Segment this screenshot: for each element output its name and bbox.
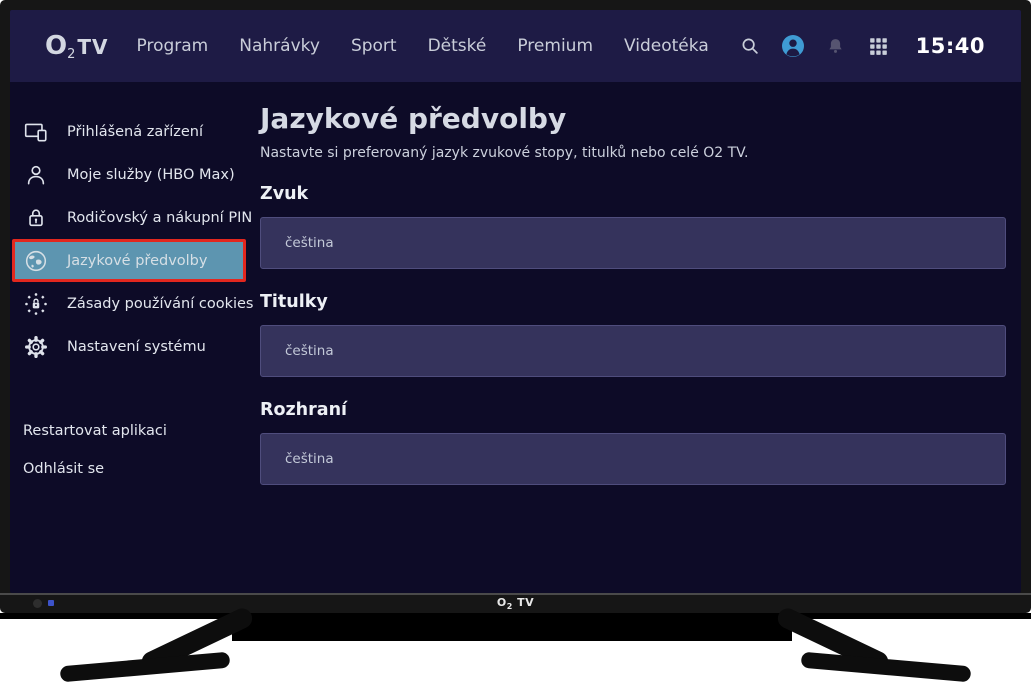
logo-tv: TV — [77, 35, 108, 59]
sidebar-item-rodicovsky-pin[interactable]: Rodičovský a nákupní PIN — [10, 196, 260, 239]
subtitles-language-value: čeština — [285, 343, 334, 359]
tv-screen: O2TV Program Nahrávky Sport Dětské Premi… — [10, 10, 1021, 593]
section-label-titulky: Titulky — [260, 292, 1006, 312]
clock-time: 15:40 — [916, 34, 985, 58]
apps-grid-icon[interactable] — [867, 34, 891, 58]
nav-item-detske[interactable]: Dětské — [428, 36, 487, 56]
nav-item-program[interactable]: Program — [137, 36, 209, 56]
language-preferences-panel: Jazykové předvolby Nastavte si preferova… — [260, 82, 1021, 488]
profile-avatar-icon[interactable] — [781, 34, 805, 58]
tv-ir-sensor — [33, 599, 42, 608]
sidebar-item-jazykove-predvolby[interactable]: Jazykové předvolby — [12, 239, 246, 282]
tv-bezel-frame: O2TV Program Nahrávky Sport Dětské Premi… — [0, 0, 1031, 613]
tv-brand-label: O2 TV — [497, 596, 534, 611]
logo-o: O — [45, 31, 67, 61]
sidebar-item-label: Přihlášená zařízení — [67, 124, 203, 140]
sidebar-item-prihlasena-zarizeni[interactable]: Přihlášená zařízení — [10, 110, 260, 153]
settings-sidebar: Přihlášená zařízení Moje služby (HBO Max… — [10, 82, 260, 488]
interface-language-value: čeština — [285, 451, 334, 467]
sidebar-item-label: Nastavení systému — [67, 339, 206, 355]
audio-language-select[interactable]: čeština — [260, 217, 1006, 269]
o2tv-logo[interactable]: O2TV — [45, 31, 109, 61]
user-icon — [23, 162, 49, 188]
tv-power-led — [48, 600, 54, 606]
subtitles-language-select[interactable]: čeština — [260, 325, 1006, 377]
nav-item-sport[interactable]: Sport — [351, 36, 397, 56]
sidebar-item-moje-sluzby[interactable]: Moje služby (HBO Max) — [10, 153, 260, 196]
sidebar-item-nastaveni-systemu[interactable]: Nastavení systému — [10, 325, 260, 368]
page-subtitle: Nastavte si preferovaný jazyk zvukové st… — [260, 145, 1006, 161]
search-icon[interactable] — [738, 34, 762, 58]
sidebar-item-odhlasit-se[interactable]: Odhlásit se — [10, 450, 260, 488]
sidebar-item-label: Rodičovský a nákupní PIN — [67, 210, 252, 226]
content-area: Přihlášená zařízení Moje služby (HBO Max… — [10, 82, 1021, 488]
audio-language-value: čeština — [285, 235, 334, 251]
globe-icon — [23, 248, 49, 274]
lock-icon — [23, 205, 49, 231]
nav-menu: Program Nahrávky Sport Dětské Premium Vi… — [137, 36, 709, 56]
nav-item-nahravky[interactable]: Nahrávky — [239, 36, 320, 56]
sidebar-item-label: Odhlásit se — [23, 461, 104, 477]
page-title: Jazykové předvolby — [260, 102, 1006, 136]
nav-right-cluster: 15:40 — [738, 34, 985, 58]
sidebar-item-label: Jazykové předvolby — [67, 253, 207, 269]
sidebar-item-label: Restartovat aplikaci — [23, 423, 167, 439]
section-label-zvuk: Zvuk — [260, 184, 1006, 204]
notifications-bell-icon[interactable] — [824, 34, 848, 58]
cookies-privacy-icon — [23, 291, 49, 317]
devices-icon — [23, 119, 49, 145]
nav-item-premium[interactable]: Premium — [517, 36, 593, 56]
top-navigation-bar: O2TV Program Nahrávky Sport Dětské Premi… — [10, 10, 1021, 82]
interface-language-select[interactable]: čeština — [260, 433, 1006, 485]
section-label-rozhrani: Rozhraní — [260, 400, 1006, 420]
gear-icon — [23, 334, 49, 360]
tv-under-shadow — [232, 613, 792, 641]
screenshot-stage: O2TV Program Nahrávky Sport Dětské Premi… — [0, 0, 1031, 683]
sidebar-footer: Restartovat aplikaci Odhlásit se — [10, 412, 260, 488]
sidebar-item-restartovat-aplikaci[interactable]: Restartovat aplikaci — [10, 412, 260, 450]
tv-bottom-bezel: O2 TV — [0, 593, 1031, 613]
sidebar-item-zasady-cookies[interactable]: Zásady používání cookies — [10, 282, 260, 325]
sidebar-item-label: Zásady používání cookies — [67, 296, 253, 312]
sidebar-item-label: Moje služby (HBO Max) — [67, 167, 235, 183]
nav-item-videoteka[interactable]: Videotéka — [624, 36, 709, 56]
logo-sub2: 2 — [67, 47, 75, 62]
